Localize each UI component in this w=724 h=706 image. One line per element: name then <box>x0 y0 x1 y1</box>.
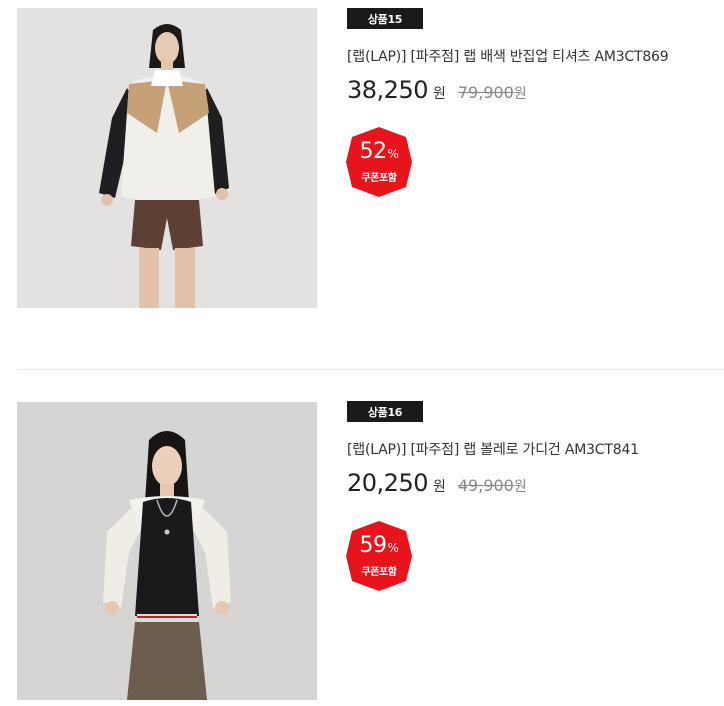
original-price-unit: 원 <box>513 86 527 102</box>
discount-badge: 59% 쿠폰포함 <box>346 521 412 591</box>
product-number-badge: 상품16 <box>347 401 423 422</box>
product-card[interactable]: 상품15 [랩(LAP)] [파주점] 랩 배색 반집업 티셔츠 AM3CT86… <box>0 0 724 310</box>
sale-price-unit: 원 <box>432 479 446 495</box>
original-price: 79,900 <box>457 83 514 102</box>
discount-note: 쿠폰포함 <box>361 567 397 578</box>
product-card[interactable]: 상품16 [랩(LAP)] [파주점] 랩 볼레로 가디건 AM3CT841 2… <box>0 400 724 706</box>
discount-badge: 52% 쿠폰포함 <box>346 127 412 197</box>
discount-note: 쿠폰포함 <box>361 173 397 184</box>
product-image[interactable] <box>17 8 317 308</box>
original-price-unit: 원 <box>513 479 527 495</box>
product-number-badge: 상품15 <box>347 8 423 29</box>
product-list: 상품15 [랩(LAP)] [파주점] 랩 배색 반집업 티셔츠 AM3CT86… <box>0 0 724 706</box>
sale-price-unit: 원 <box>432 86 446 102</box>
divider <box>17 369 724 370</box>
sale-price: 20,250 <box>347 469 428 497</box>
product-title[interactable]: [랩(LAP)] [파주점] 랩 배색 반집업 티셔츠 AM3CT869 <box>347 46 669 66</box>
discount-rate: 52% <box>359 139 399 164</box>
original-price: 49,900 <box>457 476 514 495</box>
discount-rate: 59% <box>359 533 399 558</box>
product-image[interactable] <box>17 402 317 700</box>
product-title[interactable]: [랩(LAP)] [파주점] 랩 볼레로 가디건 AM3CT841 <box>347 439 639 459</box>
price-row: 38,250 원 79,900 원 <box>347 76 527 104</box>
sale-price: 38,250 <box>347 76 428 104</box>
price-row: 20,250 원 49,900 원 <box>347 469 527 497</box>
